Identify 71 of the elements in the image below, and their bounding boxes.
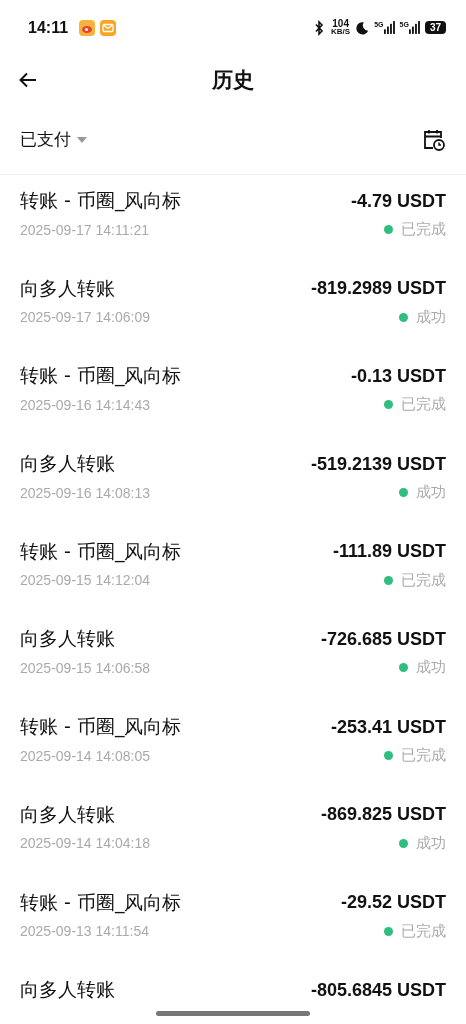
transaction-row[interactable]: 向多人转账 -869.825 USDT 2025-09-14 14:04:18 成功: [0, 788, 466, 877]
status-dot: [384, 225, 393, 234]
transaction-row[interactable]: 向多人转账 -519.2139 USDT 2025-09-16 14:08:13 成功: [0, 438, 466, 526]
transaction-status: 成功: [416, 658, 446, 678]
signal-icon: [383, 21, 395, 34]
transaction-title: 向多人转账: [20, 275, 115, 301]
transaction-status: 成功: [416, 483, 446, 503]
transaction-amount: -519.2139 USDT: [310, 453, 446, 475]
battery-level: 37: [424, 21, 446, 34]
status-dot: [384, 400, 393, 410]
transaction-title: 向多人转账: [20, 977, 115, 1003]
app-notification-icon: [79, 19, 96, 36]
transaction-row[interactable]: 转账 - 币圈_风向标 -111.89 USDT 2025-09-15 14:12:04 已完成: [0, 525, 466, 614]
moon-icon: [355, 19, 370, 36]
back-arrow-icon[interactable]: [18, 70, 38, 90]
transaction-amount: -869.825 USDT: [320, 804, 446, 826]
transaction-date: 2025-09-16 14:14:43: [20, 396, 150, 413]
status-dot: [399, 488, 408, 498]
transaction-amount: -111.89 USDT: [332, 541, 446, 563]
network-speed: 104: [332, 19, 349, 28]
page-title: 历史: [212, 67, 254, 94]
transaction-date: 2025-09-16 14:08:13: [20, 484, 150, 501]
transaction-row[interactable]: 转账 - 币圈_风向标 -4.79 USDT 2025-09-17 14:11:21 已完成: [0, 175, 466, 263]
transaction-date: 2025-09-14 14:08:05: [20, 747, 150, 764]
status-dot: [399, 663, 408, 673]
transaction-title: 转账 - 币圈_风向标: [20, 538, 182, 565]
transaction-date: 2025-09-14 14:04:18: [20, 835, 150, 852]
filter-dropdown[interactable]: 已支付: [20, 128, 87, 151]
transaction-title: 转账 - 币圈_风向标: [20, 363, 182, 389]
transaction-date: 2025-09-13 14:11:54: [20, 923, 149, 939]
transaction-row[interactable]: 转账 - 币圈_风向标 -29.52 USDT 2025-09-13 14:11:54 已完成: [0, 876, 466, 965]
transaction-amount: -0.13 USDT: [350, 365, 446, 387]
transaction-status: 已完成: [401, 746, 446, 766]
status-dot: [384, 575, 393, 585]
transaction-date: 2025-09-15 14:06:58: [20, 659, 150, 676]
transaction-title: 转账 - 币圈_风向标: [20, 188, 182, 214]
transaction-status: 已完成: [401, 921, 446, 941]
transaction-date: 2025-09-17 14:11:21: [20, 221, 149, 238]
transaction-row[interactable]: 向多人转账 -726.685 USDT 2025-09-15 14:06:58 成功: [0, 613, 466, 702]
status-dot: [399, 838, 408, 848]
transaction-date: 2025-09-17 14:06:09: [20, 309, 150, 326]
transaction-amount: -805.6845 USDT: [310, 979, 446, 1001]
caret-icon: [77, 136, 87, 143]
transaction-row[interactable]: 向多人转账 -805.6845 USDT: [0, 964, 466, 1024]
transaction-status: 已完成: [401, 395, 446, 415]
transaction-title: 向多人转账: [20, 626, 115, 652]
transaction-status: 成功: [416, 307, 446, 327]
transaction-row[interactable]: 转账 - 币圈_风向标 -0.13 USDT 2025-09-16 14:14:43 已完成: [0, 350, 466, 439]
transaction-title: 转账 - 币圈_风向标: [20, 889, 182, 916]
status-time: 14:11: [28, 18, 69, 37]
calendar-clock-icon[interactable]: [422, 127, 446, 152]
speed-unit: KB/S: [331, 28, 351, 36]
transaction-amount: -4.79 USDT: [350, 190, 446, 212]
status-dot: [384, 926, 393, 936]
transaction-status: 已完成: [401, 220, 446, 239]
transaction-status: 已完成: [401, 570, 446, 590]
mail-icon: [100, 19, 117, 36]
transaction-row[interactable]: 向多人转账 -819.2989 USDT 2025-09-17 14:06:09 成功: [0, 262, 466, 351]
transaction-date: 2025-09-15 14:12:04: [20, 572, 150, 589]
transaction-status: 成功: [416, 833, 446, 853]
transaction-title: 向多人转账: [20, 801, 115, 827]
status-dot: [399, 312, 408, 322]
transaction-amount: -253.41 USDT: [330, 716, 446, 738]
signal-icon: [408, 21, 420, 34]
transaction-amount: -726.685 USDT: [320, 628, 446, 650]
transaction-amount: -29.52 USDT: [340, 892, 446, 913]
transaction-row[interactable]: 转账 - 币圈_风向标 -253.41 USDT 2025-09-14 14:08:05 已完成: [0, 701, 466, 789]
transaction-title: 转账 - 币圈_风向标: [20, 714, 182, 740]
transaction-title: 向多人转账: [20, 451, 115, 477]
status-dot: [384, 751, 393, 761]
transaction-amount: -819.2989 USDT: [310, 278, 446, 300]
